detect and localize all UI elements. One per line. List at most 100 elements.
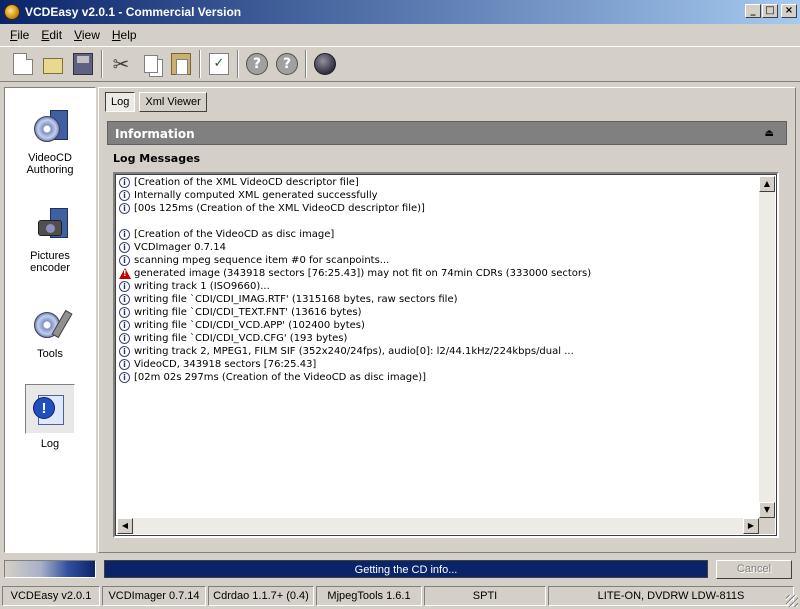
sidebar-item-tools[interactable]: Tools (5, 306, 95, 360)
scroll-right-button[interactable]: ▶ (743, 518, 759, 534)
log-line: i writing file `CDI/CDI_VCD.APP' (102400 … (119, 319, 757, 332)
horizontal-scrollbar[interactable]: ◀ ▶ (117, 518, 759, 534)
log-line: i [02m 02s 297ms (Creation of the VideoCD… (119, 371, 757, 384)
log-line-text: VCDImager 0.7.14 (134, 242, 226, 253)
sidebar-item-label: Log (40, 438, 60, 450)
information-title: Information (115, 127, 195, 141)
open-button[interactable] (38, 49, 68, 79)
about-button[interactable]: ? (272, 49, 302, 79)
help-icon: ? (246, 53, 268, 75)
menu-edit[interactable]: Edit (35, 28, 68, 42)
information-header[interactable]: Information ⏏ (107, 121, 787, 145)
minimize-button[interactable]: _ (745, 4, 761, 18)
toolbar-separator (199, 50, 201, 78)
toolbar: ✂ ✓ ? ? (0, 46, 800, 82)
vertical-scrollbar[interactable]: ▲ ▼ (759, 176, 775, 518)
log-line-text: writing track 2, MPEG1, FILM SIF (352x24… (134, 346, 574, 357)
tab-log[interactable]: Log (105, 92, 136, 112)
log-icon: ! (32, 391, 68, 427)
new-button[interactable] (8, 49, 38, 79)
copy-icon (144, 55, 158, 73)
copy-button[interactable] (136, 49, 166, 79)
log-line-text: [Creation of the VideoCD as disc image] (134, 229, 335, 240)
log-line-text: writing track 1 (ISO9660)... (134, 281, 270, 292)
scroll-up-button[interactable]: ▲ (759, 176, 775, 192)
info-icon: i (119, 320, 130, 331)
log-line-text: [00s 125ms (Creation of the XML VideoCD … (134, 203, 425, 214)
maximize-button[interactable]: □ (762, 4, 778, 18)
check-button[interactable]: ✓ (204, 49, 234, 79)
pictures-encoder-icon (32, 208, 68, 244)
info-icon: i (119, 177, 130, 188)
log-line-text: [Creation of the XML VideoCD descriptor … (134, 177, 359, 188)
help-button[interactable]: ? (242, 49, 272, 79)
menu-view[interactable]: View (68, 28, 106, 42)
activity-indicator (4, 560, 96, 578)
cut-icon: ✂ (112, 52, 130, 76)
info-icon: i (119, 372, 130, 383)
save-icon (73, 53, 93, 75)
window-controls: _ □ × (745, 4, 797, 18)
save-button[interactable] (68, 49, 98, 79)
cut-button[interactable]: ✂ (106, 49, 136, 79)
info-icon: i (119, 203, 130, 214)
app-icon[interactable] (4, 4, 20, 20)
log-line: generated image (343918 sectors [76:25.4… (119, 267, 757, 280)
log-line-text: scanning mpeg sequence item #0 for scanp… (134, 255, 390, 266)
info-icon: i (119, 229, 130, 240)
log-line-text: writing file `CDI/CDI_VCD.APP' (102400 b… (134, 320, 365, 331)
menu-help[interactable]: Help (106, 28, 143, 42)
toolbar-separator (101, 50, 103, 78)
about-icon: ? (276, 53, 298, 75)
title-bar[interactable]: VCDEasy v2.0.1 - Commercial Version _ □ … (0, 0, 800, 24)
paste-button[interactable] (166, 49, 196, 79)
tab-xml-viewer[interactable]: Xml Viewer (139, 92, 207, 112)
menu-file[interactable]: File (4, 28, 35, 42)
log-line-text: generated image (343918 sectors [76:25.4… (134, 268, 592, 279)
log-lines-container: i [Creation of the XML VideoCD descriptor… (119, 176, 757, 518)
sidebar-item-videocd-authoring[interactable]: VideoCD Authoring (5, 110, 95, 176)
tab-strip: Log Xml Viewer (105, 92, 207, 112)
log-messages-list[interactable]: i [Creation of the XML VideoCD descriptor… (113, 172, 779, 538)
sidebar-item-log[interactable]: ! Log (5, 384, 95, 450)
close-button[interactable]: × (781, 4, 797, 18)
scrollbar-corner (759, 518, 775, 534)
log-line: i writing track 1 (ISO9660)... (119, 280, 757, 293)
info-icon: i (119, 294, 130, 305)
status-interface: SPTI (424, 586, 546, 606)
web-button[interactable] (310, 49, 340, 79)
log-line: i VCDImager 0.7.14 (119, 241, 757, 254)
warning-icon (119, 268, 131, 279)
log-line: i [Creation of the XML VideoCD descriptor… (119, 176, 757, 189)
progress-bar: Getting the CD info... (104, 560, 708, 578)
info-icon: i (119, 346, 130, 357)
log-line-text: VideoCD, 343918 sectors [76:25.43] (134, 359, 317, 370)
resize-grip[interactable] (786, 595, 798, 607)
sidebar-item-label: Tools (37, 348, 63, 360)
cancel-button[interactable]: Cancel (716, 560, 792, 579)
info-icon: i (119, 242, 130, 253)
sidebar-item-pictures-encoder[interactable]: Pictures encoder (5, 208, 95, 274)
info-icon: i (119, 281, 130, 292)
paste-icon (171, 53, 191, 75)
info-icon: i (119, 307, 130, 318)
status-bar: VCDEasy v2.0.1 VCDImager 0.7.14 Cdrdao 1… (0, 584, 800, 608)
log-line: i [Creation of the VideoCD as disc image] (119, 228, 757, 241)
log-line: i scanning mpeg sequence item #0 for scan… (119, 254, 757, 267)
sidebar-item-label: VideoCD (28, 152, 72, 164)
log-line: i writing file `CDI/CDI_IMAG.RTF' (131516… (119, 293, 757, 306)
scroll-left-button[interactable]: ◀ (117, 518, 133, 534)
status-cdrdao-version: Cdrdao 1.1.7+ (0.4) (208, 586, 314, 606)
log-line-text: writing file `CDI/CDI_TEXT.FNT' (13616 b… (134, 307, 362, 318)
sidebar-item-label: Authoring (26, 164, 74, 176)
tools-icon (32, 306, 73, 342)
scroll-down-button[interactable]: ▼ (759, 502, 775, 518)
log-line-text: [02m 02s 297ms (Creation of the VideoCD … (134, 372, 427, 383)
progress-status-text: Getting the CD info... (354, 564, 458, 576)
sidebar-item-label: Pictures (30, 250, 70, 262)
collapse-icon[interactable]: ⏏ (765, 122, 774, 146)
videocd-authoring-icon (32, 110, 68, 146)
log-messages-title: Log Messages (113, 152, 201, 165)
info-icon: i (119, 255, 130, 266)
